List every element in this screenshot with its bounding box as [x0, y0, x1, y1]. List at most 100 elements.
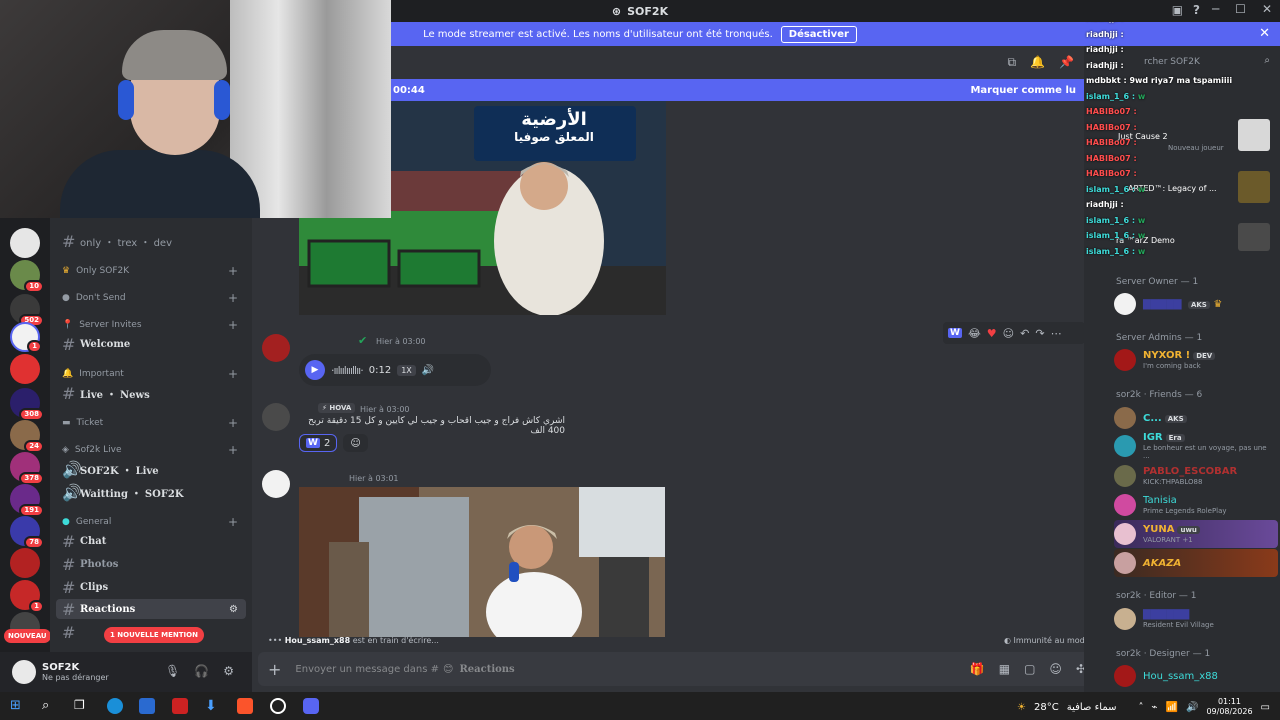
settings-icon[interactable]: ⚙: [229, 604, 238, 615]
new-mention-pill[interactable]: 1 NOUVELLE MENTION: [104, 627, 204, 643]
notification-icon[interactable]: ▭: [1261, 702, 1270, 713]
gear-icon[interactable]: ⚙: [223, 664, 234, 678]
heart-icon[interactable]: ♥: [987, 327, 997, 340]
member-designer[interactable]: Hou_ssam_x88: [1114, 662, 1274, 690]
add-reaction-icon[interactable]: ☺: [1003, 327, 1014, 340]
channel-chat[interactable]: # Chat: [50, 531, 252, 551]
server-icon-3[interactable]: 308: [10, 388, 44, 421]
volume-icon[interactable]: 🔊: [422, 365, 434, 376]
market-image[interactable]: [299, 487, 665, 637]
more-icon[interactable]: ⋯: [1051, 327, 1062, 340]
minimize-button[interactable]: ─: [1212, 2, 1219, 16]
channel-welcome[interactable]: # Welcome: [50, 334, 252, 354]
server-icon-sof2k[interactable]: 1: [10, 322, 42, 353]
threads-icon[interactable]: ⧉: [1008, 55, 1017, 70]
member-admin[interactable]: NYXOR ! DEV I'm coming back: [1114, 346, 1274, 374]
edge-icon[interactable]: [107, 698, 123, 714]
member-owner[interactable]: ▇▇▇▇▇ AKS ♛: [1114, 290, 1274, 318]
w-emoji-icon[interactable]: W: [948, 328, 962, 338]
new-badge[interactable]: NOUVEAU: [4, 629, 51, 643]
add-channel-icon[interactable]: +: [228, 264, 238, 278]
category-only-sof2k[interactable]: ♛ Only SOF2K +: [50, 263, 252, 279]
clock[interactable]: 01:11 09/08/2026: [1206, 697, 1252, 717]
server-icon-4[interactable]: 24: [10, 420, 44, 453]
network-icon[interactable]: ⌁: [1152, 702, 1158, 713]
mic-icon[interactable]: 🎙: [165, 664, 180, 678]
attach-plus-icon[interactable]: +: [268, 660, 281, 679]
volume-icon[interactable]: 🔊: [1186, 702, 1198, 713]
maximize-button[interactable]: ☐: [1235, 2, 1246, 16]
mark-read-button[interactable]: Marquer comme lu: [970, 85, 1076, 96]
member-friend-6[interactable]: AKAZA: [1114, 549, 1278, 577]
channel-live-news[interactable]: # Live ・ News: [50, 383, 252, 403]
reply-icon[interactable]: ↶: [1020, 327, 1029, 340]
add-channel-icon[interactable]: +: [228, 318, 238, 332]
server-icon-8[interactable]: [10, 548, 40, 578]
add-channel-icon[interactable]: +: [228, 367, 238, 381]
category-sof2k-live[interactable]: ◈ Sof2k Live +: [50, 442, 252, 458]
discord-taskbar-icon[interactable]: [303, 698, 319, 714]
windows-start-icon[interactable]: ⊞: [10, 698, 26, 714]
close-window-button[interactable]: ✕: [1262, 2, 1272, 16]
category-dont-send[interactable]: ● Don't Send +: [50, 290, 252, 306]
category-server-invites[interactable]: 📍 Server Invites +: [50, 317, 252, 333]
store-icon[interactable]: [139, 698, 155, 714]
add-channel-icon[interactable]: +: [228, 291, 238, 305]
server-icon-5[interactable]: 378: [10, 452, 44, 485]
channel-photos[interactable]: # Photos: [50, 554, 252, 574]
channel-clips[interactable]: # Clips: [50, 577, 252, 597]
category-ticket[interactable]: ▬ Ticket +: [50, 415, 252, 431]
message-author[interactable]: [299, 473, 344, 482]
server-icon-6[interactable]: 191: [10, 484, 44, 517]
disable-streamer-button[interactable]: Désactiver: [780, 25, 857, 43]
server-icon-alert[interactable]: [10, 354, 40, 384]
play-button[interactable]: ▶: [305, 360, 325, 380]
emoji-picker-icon[interactable]: ☺: [1049, 662, 1062, 676]
member-friend-1[interactable]: C... AKS: [1114, 404, 1274, 432]
message-author[interactable]: [299, 405, 311, 414]
avatar[interactable]: [262, 334, 290, 362]
headphones-icon[interactable]: 🎧: [194, 664, 209, 678]
message-author[interactable]: [299, 336, 354, 345]
channel-reactions[interactable]: # Reactions ⚙: [56, 599, 246, 619]
task-view-icon[interactable]: ❐: [74, 698, 90, 714]
server-icon-1[interactable]: 10: [10, 260, 44, 293]
avatar[interactable]: [12, 660, 36, 684]
brave-icon[interactable]: [237, 698, 253, 714]
inbox-icon[interactable]: ▣: [1172, 3, 1183, 17]
server-icon-2[interactable]: 502: [10, 294, 44, 327]
youtube-icon[interactable]: [172, 698, 188, 714]
waveform[interactable]: ·ıılıılıııllıı·: [331, 364, 364, 377]
channel-sof2k-live[interactable]: 🔊 SOF2K ・ Live: [50, 459, 252, 479]
category-general[interactable]: ● General +: [50, 514, 252, 530]
category-important[interactable]: 🔔 Important +: [50, 366, 252, 382]
avatar[interactable]: [262, 470, 290, 498]
playback-speed-button[interactable]: 1X: [397, 364, 416, 376]
add-channel-icon[interactable]: +: [228, 443, 238, 457]
gif-icon[interactable]: ▦: [999, 662, 1010, 676]
channel-waitting[interactable]: 🔊 Waitting ・ SOF2K: [50, 482, 252, 502]
member-editor[interactable]: ▇▇▇▇▇▇ Resident Evil Village: [1114, 605, 1274, 633]
obs-icon[interactable]: [270, 698, 286, 714]
chevron-up-icon[interactable]: ˄: [1139, 702, 1144, 713]
server-icon-9[interactable]: 1: [10, 580, 44, 613]
wifi-icon[interactable]: 📶: [1166, 702, 1178, 713]
download-icon[interactable]: ⬇: [205, 698, 221, 714]
reaction-w[interactable]: W2: [299, 434, 338, 452]
pin-icon[interactable]: 📌: [1059, 55, 1074, 70]
help-icon[interactable]: ?: [1193, 3, 1200, 17]
member-friend-5[interactable]: YUNA uwu VALORANT +1: [1114, 520, 1278, 548]
server-icon-sof2k-logo[interactable]: [10, 228, 40, 258]
new-messages-bar[interactable]: 00:44 Marquer comme lu: [391, 79, 1084, 101]
add-channel-icon[interactable]: +: [228, 416, 238, 430]
server-icon-7[interactable]: 78: [10, 516, 44, 549]
message-composer[interactable]: + Envoyer un message dans # 😊 Reactions …: [258, 652, 1094, 686]
bell-icon[interactable]: 🔔: [1030, 55, 1045, 70]
member-friend-3[interactable]: PABLO_ESCOBAR KICK:THPABLO88: [1114, 462, 1274, 490]
avatar[interactable]: [262, 403, 290, 431]
search-icon[interactable]: ⌕: [42, 698, 58, 714]
member-friend-2[interactable]: IGR Era Le bonheur est un voyage, pas une …: [1114, 432, 1274, 460]
channel-only-trex-dev[interactable]: # only ・ trex ・ dev: [50, 231, 252, 251]
add-channel-icon[interactable]: +: [228, 515, 238, 529]
forward-icon[interactable]: ↷: [1035, 327, 1044, 340]
